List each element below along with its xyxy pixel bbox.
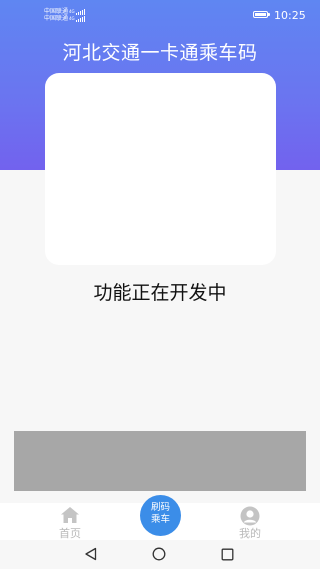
home-icon: [61, 507, 79, 523]
page-title: 河北交通一卡通乘车码: [62, 42, 258, 64]
status-bar: 中国联通4G 中国联通4G 10:25: [0, 0, 320, 30]
tab-profile-label: 我的: [239, 527, 261, 540]
screen: 中国联通4G 中国联通4G 10:25 河北交通一卡通乘车码 功能正在开发中 首…: [0, 0, 320, 569]
scan-ride-label-line1: 刷码: [150, 502, 170, 513]
battery-icon: [253, 11, 270, 18]
back-triangle-icon[interactable]: [84, 547, 98, 561]
signal-icon: [75, 15, 86, 22]
network-2-label: 4G: [69, 16, 75, 21]
scan-ride-button[interactable]: 刷码 乘车: [140, 495, 181, 536]
system-navigation-bar: [0, 540, 320, 569]
ride-code-card[interactable]: [45, 73, 276, 265]
scan-ride-label-line2: 乘车: [150, 514, 170, 525]
under-development-message: 功能正在开发中: [93, 282, 227, 304]
tab-profile[interactable]: 我的: [220, 503, 280, 540]
signal-icon: [75, 8, 86, 15]
carrier-info: 中国联通4G 中国联通4G: [44, 8, 86, 22]
banner-placeholder[interactable]: [14, 431, 306, 491]
carrier-1-label: 中国联通: [44, 8, 69, 15]
tab-home-label: 首页: [59, 527, 81, 540]
carrier-row-2: 中国联通4G: [44, 15, 86, 22]
recent-apps-icon[interactable]: [221, 548, 234, 561]
network-1-label: 4G: [69, 9, 75, 14]
profile-icon: [240, 506, 260, 526]
carrier-2-label: 中国联通: [44, 15, 69, 22]
home-circle-icon[interactable]: [152, 547, 166, 561]
carrier-row-1: 中国联通4G: [44, 8, 86, 15]
tab-home[interactable]: 首页: [40, 503, 100, 540]
status-time: 10:25: [274, 9, 306, 22]
